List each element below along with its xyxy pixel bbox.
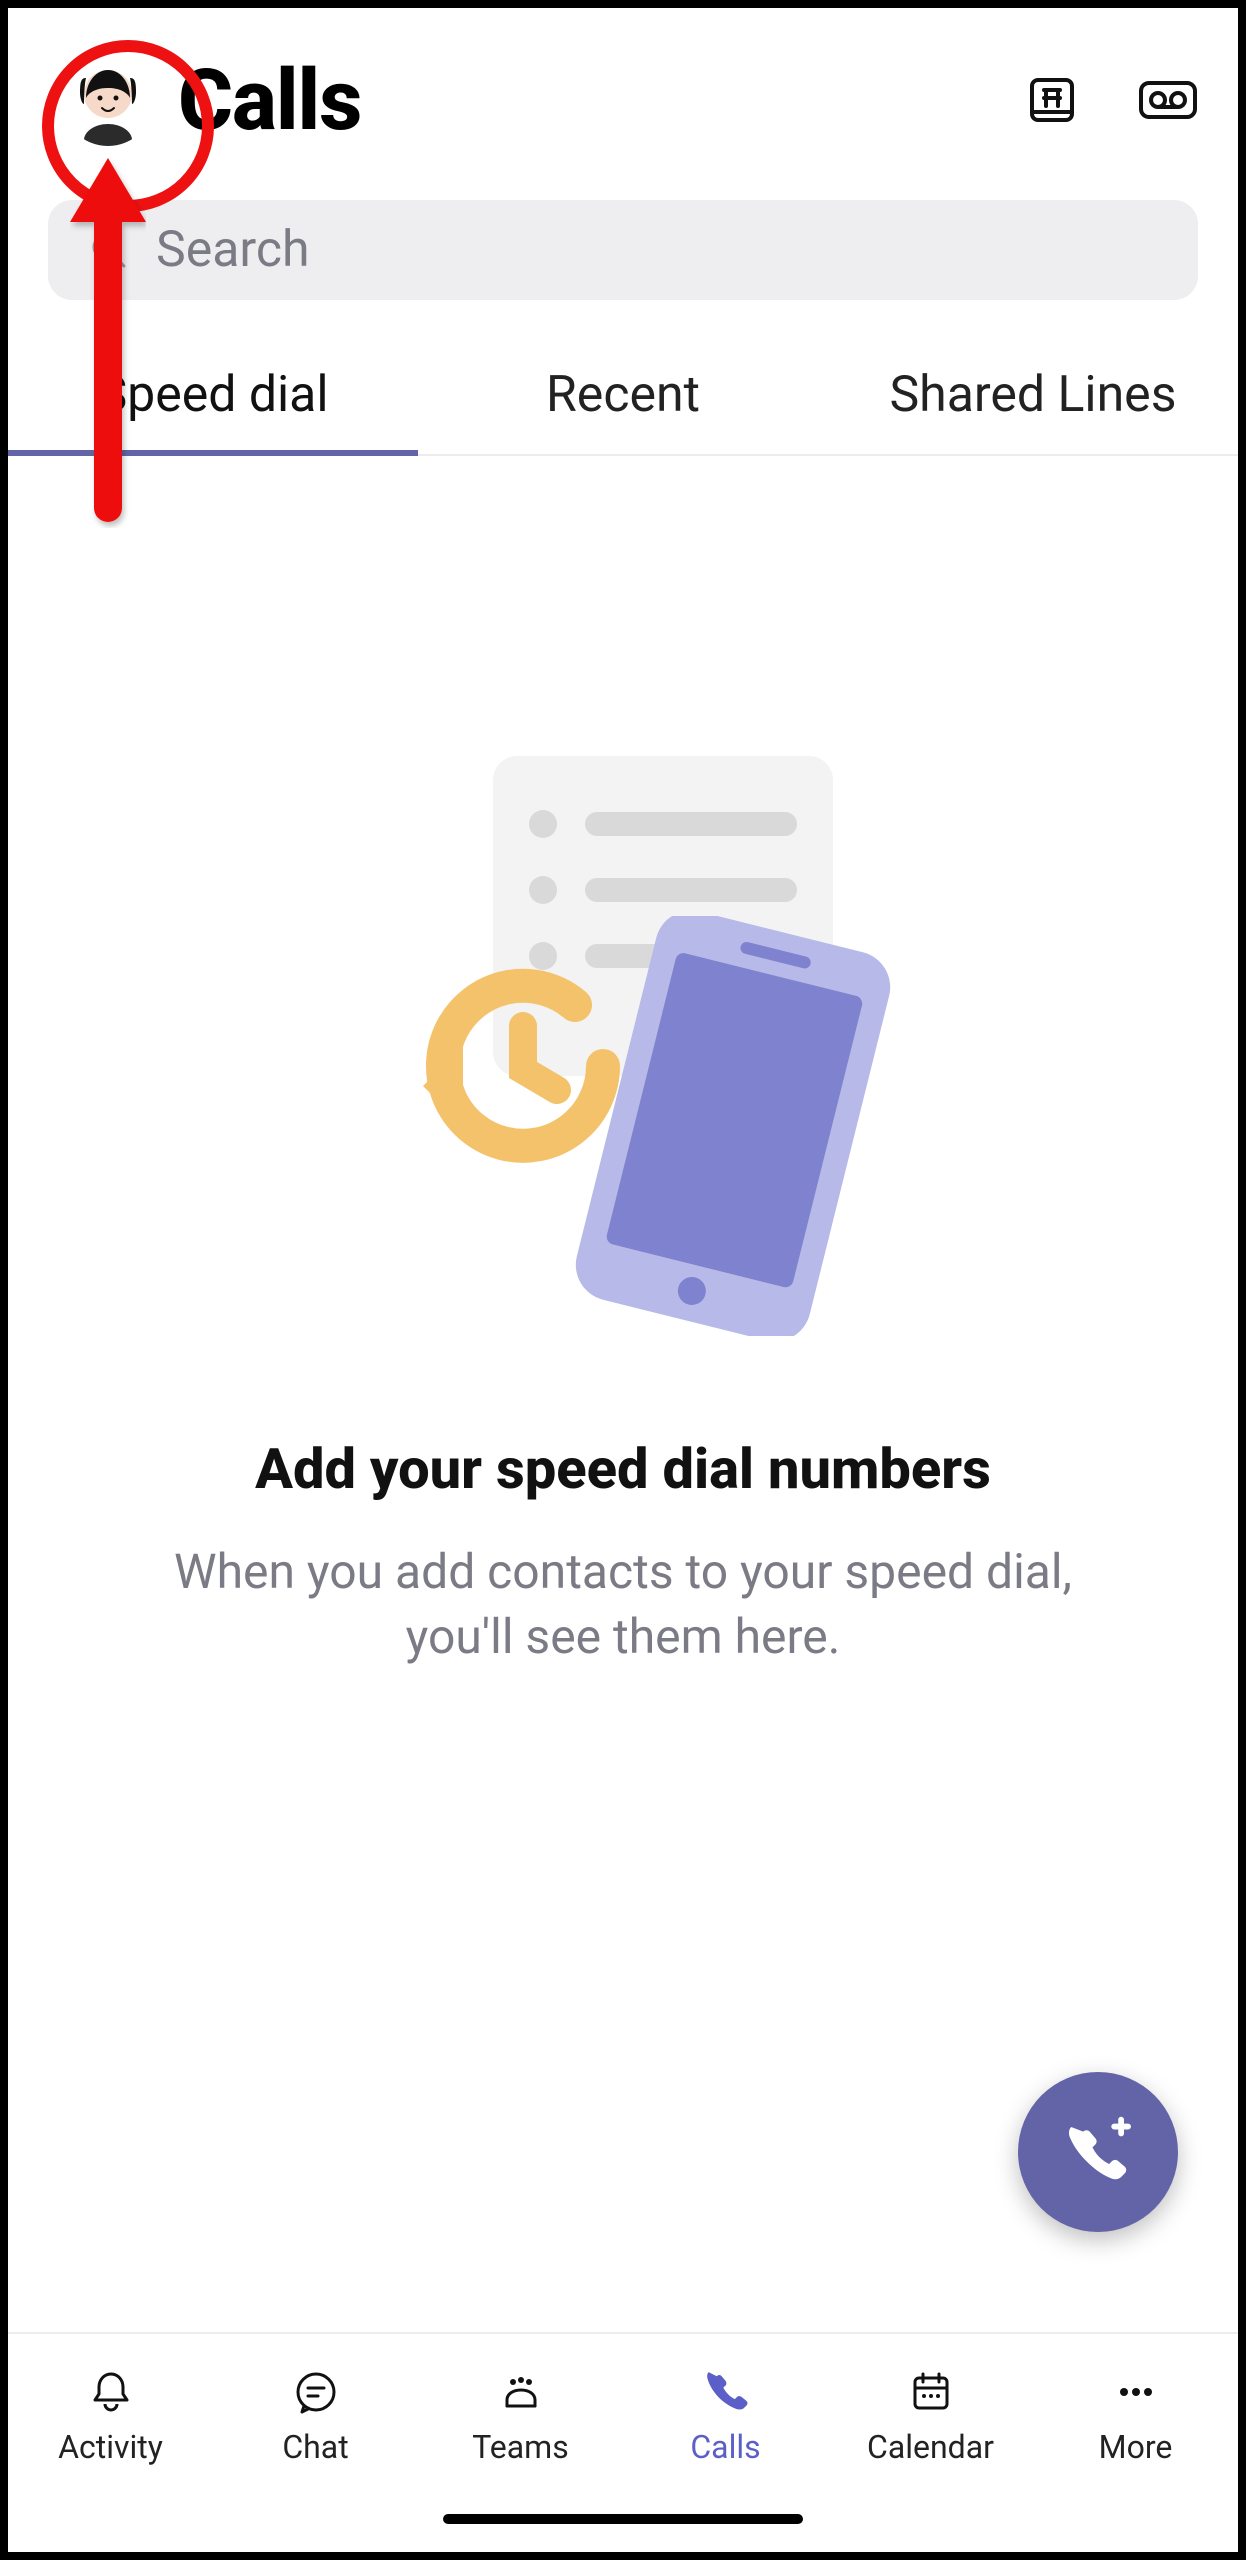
- search-input[interactable]: Search: [48, 200, 1198, 300]
- dialpad-icon: [1028, 76, 1076, 124]
- header-actions: [1022, 70, 1198, 130]
- tab-speed-dial[interactable]: Speed dial: [8, 340, 418, 454]
- tab-shared-lines-label: Shared Lines: [889, 366, 1176, 424]
- tab-shared-lines[interactable]: Shared Lines: [828, 340, 1238, 454]
- home-indicator: [443, 2514, 803, 2524]
- voicemail-button[interactable]: [1138, 70, 1198, 130]
- bell-icon: [83, 2364, 139, 2420]
- empty-illustration: [323, 756, 923, 1316]
- tabbar-label: More: [1099, 2428, 1173, 2466]
- tabbar-item-activity[interactable]: Activity: [8, 2364, 213, 2552]
- calendar-icon: [903, 2364, 959, 2420]
- tabbar-item-chat[interactable]: Chat: [213, 2364, 418, 2552]
- header: Calls: [8, 8, 1238, 184]
- avatar-face-icon: [62, 54, 154, 146]
- empty-subtitle: When you add contacts to your speed dial…: [133, 1540, 1113, 1670]
- phone-icon: [698, 2364, 754, 2420]
- avatar: [62, 54, 154, 146]
- search-icon: [88, 230, 128, 270]
- app-screen: Calls Search: [0, 0, 1246, 2560]
- dialpad-button[interactable]: [1022, 70, 1082, 130]
- tabbar-label: Calendar: [867, 2428, 994, 2466]
- phone-plus-icon: [1061, 2115, 1135, 2189]
- tabs: Speed dial Recent Shared Lines: [8, 340, 1238, 456]
- search-placeholder: Search: [156, 221, 310, 279]
- empty-state: Add your speed dial numbers When you add…: [8, 456, 1238, 2332]
- tab-recent-label: Recent: [546, 366, 700, 424]
- page-title: Calls: [178, 51, 361, 150]
- chat-icon: [288, 2364, 344, 2420]
- tabbar-label: Teams: [472, 2428, 569, 2466]
- new-call-fab[interactable]: [1018, 2072, 1178, 2232]
- tabbar-label: Chat: [282, 2428, 348, 2466]
- voicemail-icon: [1138, 80, 1198, 120]
- teams-icon: [493, 2364, 549, 2420]
- tabbar-item-more[interactable]: More: [1033, 2364, 1238, 2552]
- tabbar-item-calendar[interactable]: Calendar: [828, 2364, 1033, 2552]
- phone-icon: [573, 916, 893, 1336]
- more-icon: [1108, 2364, 1164, 2420]
- empty-title: Add your speed dial numbers: [255, 1436, 991, 1502]
- profile-avatar-button[interactable]: [48, 40, 168, 160]
- tab-speed-dial-label: Speed dial: [97, 366, 328, 424]
- tabbar-label: Activity: [58, 2428, 163, 2466]
- tabbar-label: Calls: [690, 2428, 760, 2466]
- tab-recent[interactable]: Recent: [418, 340, 828, 454]
